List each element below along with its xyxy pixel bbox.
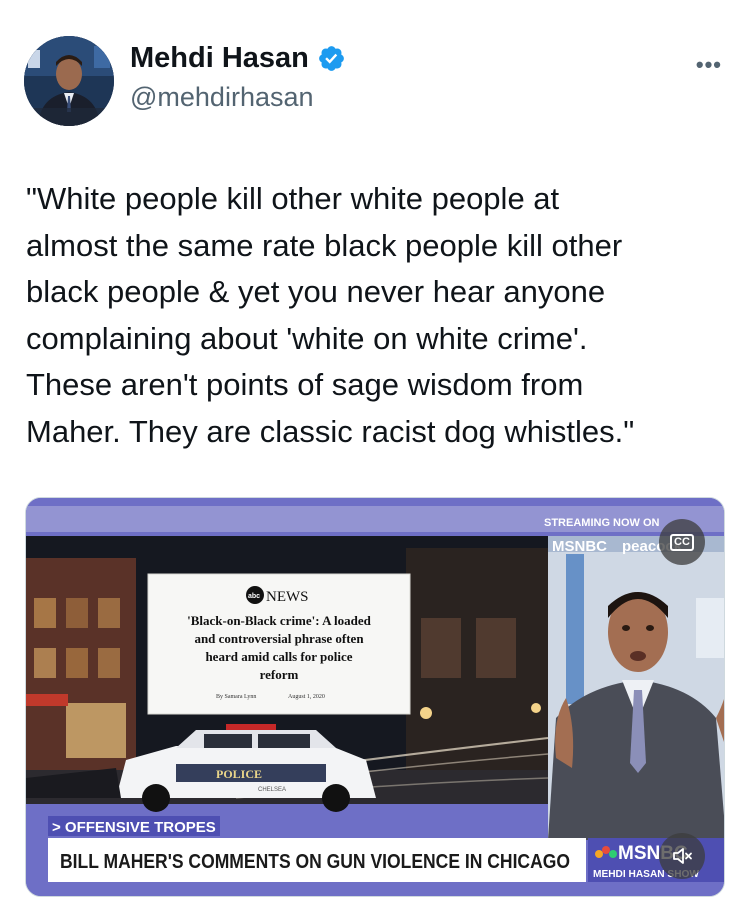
tweet-line: Maher. They are classic racist dog whist… [26,413,635,449]
mute-button[interactable] [659,833,705,879]
article-byline: By Samara Lynn [216,694,256,700]
article-headline: heard amid calls for police [205,649,352,664]
author-handle[interactable]: @mehdirhasan [130,82,314,113]
tweet-line: almost the same rate black people kill o… [26,227,623,263]
tweet-line: black people & yet you never hear anyone [26,274,606,309]
cc-icon: CC [670,533,694,551]
network-label: MSNBC [552,538,607,555]
article-headline: and controversial phrase often [194,631,364,646]
tweet-line: complaining about 'white on white crime'… [26,320,588,356]
more-options-icon[interactable]: ••• [696,52,722,78]
article-date: August 1, 2020 [288,694,325,700]
avatar-photo-icon [24,36,114,126]
author-name[interactable]: Mehdi Hasan [130,42,309,75]
article-headline: reform [260,667,299,682]
avatar[interactable] [24,36,114,126]
car-text: CHELSEA [258,787,286,793]
lower-third-text: BILL MAHER'S COMMENTS ON GUN VIOLENCE IN… [60,851,570,873]
tweet-line: "White people kill other white people at [26,181,560,216]
verified-badge-icon [318,46,344,71]
tag-label: > OFFENSIVE TROPES [52,819,216,836]
video-frame: STREAMING NOW ON POLICE CHELSEA abc NEWS… [26,498,724,896]
svg-text:abc: abc [248,593,260,600]
police-text: POLICE [216,767,262,781]
streaming-label: STREAMING NOW ON [544,517,660,529]
author-name-row[interactable]: Mehdi Hasan [130,42,346,75]
closed-captions-button[interactable]: CC [659,519,705,565]
speaker-muted-icon [673,848,692,864]
news-article-card: abc NEWS 'Black-on-Black crime': A loade… [147,573,411,715]
article-source: NEWS [266,589,309,605]
article-headline: 'Black-on-Black crime': A loaded [187,613,372,628]
tweet-line: These aren't points of sage wisdom from [26,367,584,402]
video-player[interactable]: STREAMING NOW ON POLICE CHELSEA abc NEWS… [25,497,725,897]
tweet-text: "White people kill other white people at… [26,176,726,455]
